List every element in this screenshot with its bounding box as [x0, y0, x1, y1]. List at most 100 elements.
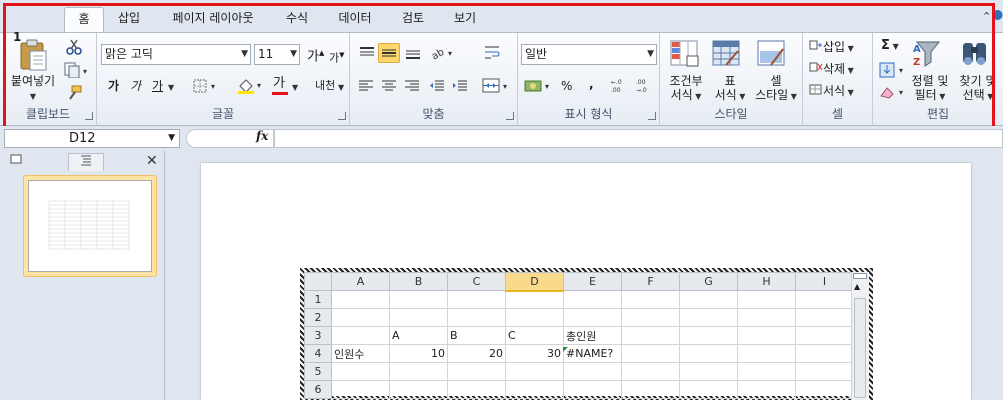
orientation-icon[interactable]: ab ▾: [430, 45, 458, 64]
tab-home[interactable]: 홈: [64, 7, 104, 32]
cell[interactable]: [447, 290, 506, 309]
cell[interactable]: [621, 290, 680, 309]
cell[interactable]: [505, 362, 564, 381]
find-select-button[interactable]: 찾기 및 선택 ▼: [955, 74, 1001, 104]
borders-icon[interactable]: ▾: [193, 78, 221, 97]
conditional-formatting-button[interactable]: 조건부 서식 ▼: [663, 74, 709, 104]
cell[interactable]: [331, 362, 390, 381]
row-header[interactable]: 2: [304, 308, 332, 327]
cell[interactable]: [679, 308, 738, 327]
cell[interactable]: [563, 380, 622, 399]
help-icon[interactable]: [992, 8, 1003, 25]
scroll-thumb[interactable]: [854, 298, 866, 398]
sort-filter-icon[interactable]: AZ: [913, 38, 945, 73]
cell[interactable]: [737, 326, 796, 345]
currency-icon[interactable]: ▾: [524, 77, 556, 98]
cell[interactable]: [795, 308, 854, 327]
scroll-up-icon[interactable]: ▲: [854, 282, 860, 291]
format-as-table-icon[interactable]: [712, 39, 742, 72]
decrease-decimal-icon[interactable]: .00 →.0: [636, 78, 656, 97]
cell[interactable]: [389, 308, 448, 327]
column-header-e[interactable]: E: [563, 272, 622, 291]
cell[interactable]: [795, 380, 854, 399]
cell[interactable]: [505, 308, 564, 327]
bold-button[interactable]: 가: [108, 79, 119, 93]
cell[interactable]: [447, 362, 506, 381]
column-header-d[interactable]: D: [505, 272, 564, 292]
cell[interactable]: [331, 380, 390, 399]
cell[interactable]: A: [389, 326, 448, 345]
copy-icon[interactable]: ▾: [64, 62, 90, 81]
cell[interactable]: [621, 326, 680, 345]
alignment-launcher-icon[interactable]: [506, 112, 514, 120]
font-size-combo[interactable]: 11 ▼: [254, 44, 300, 65]
grow-font-button[interactable]: 가▲: [307, 46, 324, 64]
align-left-icon[interactable]: [358, 79, 374, 96]
sort-filter-button[interactable]: 정렬 및 필터 ▼: [907, 74, 953, 104]
format-cells-button[interactable]: 서식 ▼: [809, 83, 871, 100]
conditional-formatting-icon[interactable]: [670, 39, 700, 72]
cell[interactable]: [621, 308, 680, 327]
paste-icon[interactable]: [18, 39, 48, 74]
cell[interactable]: 30: [505, 344, 564, 363]
cell[interactable]: B: [447, 326, 506, 345]
increase-decimal-icon[interactable]: ←.0.00: [611, 78, 631, 97]
slide-thumbnail[interactable]: [28, 180, 152, 272]
row-header[interactable]: 1: [304, 290, 332, 309]
cell[interactable]: [505, 290, 564, 309]
row-header[interactable]: 5: [304, 362, 332, 381]
cell[interactable]: C: [505, 326, 564, 345]
row-header[interactable]: 4: [304, 344, 332, 363]
paste-button[interactable]: 붙여넣기 ▼: [6, 74, 60, 104]
cell[interactable]: [737, 290, 796, 309]
number-launcher-icon[interactable]: [648, 112, 656, 120]
column-header-g[interactable]: G: [679, 272, 738, 291]
cell[interactable]: [331, 326, 390, 345]
cell[interactable]: [389, 380, 448, 399]
font-launcher-icon[interactable]: [338, 112, 346, 120]
cell[interactable]: [679, 326, 738, 345]
cell[interactable]: [505, 380, 564, 399]
format-painter-icon[interactable]: [66, 85, 82, 104]
underline-button[interactable]: 가: [152, 79, 163, 93]
cell[interactable]: [447, 308, 506, 327]
cell[interactable]: [795, 344, 854, 363]
tab-data[interactable]: 데이터: [328, 7, 382, 32]
row-header[interactable]: 3: [304, 326, 332, 345]
split-handle-icon[interactable]: [853, 273, 867, 279]
cell[interactable]: 20: [447, 344, 506, 363]
cell[interactable]: [389, 362, 448, 381]
comma-button[interactable]: ,: [589, 77, 594, 91]
cell[interactable]: 총인원: [563, 326, 622, 345]
clear-icon[interactable]: ▾: [879, 84, 909, 103]
italic-button[interactable]: 가: [130, 79, 141, 93]
tab-review[interactable]: 검토: [392, 7, 434, 32]
insert-cells-button[interactable]: 삽입 ▼: [809, 39, 871, 56]
cell[interactable]: [621, 380, 680, 399]
column-header-a[interactable]: A: [331, 272, 390, 291]
shrink-font-button[interactable]: 가▼: [329, 48, 345, 66]
cell[interactable]: [447, 380, 506, 399]
close-pane-icon[interactable]: ✕: [146, 153, 158, 169]
error-indicator-icon[interactable]: [563, 347, 568, 352]
fill-color-icon[interactable]: ▾: [237, 77, 267, 98]
cell[interactable]: [737, 380, 796, 399]
format-as-table-button[interactable]: 표 서식 ▼: [708, 74, 752, 104]
cell[interactable]: [679, 380, 738, 399]
column-header-i[interactable]: I: [795, 272, 854, 291]
tab-view[interactable]: 보기: [444, 7, 486, 32]
chevron-down-icon[interactable]: ▼: [338, 83, 344, 92]
autosum-button[interactable]: Σ ▼: [881, 39, 899, 54]
vertical-scrollbar[interactable]: ▲: [851, 272, 869, 400]
chevron-down-icon[interactable]: ▼: [292, 83, 298, 92]
number-format-combo[interactable]: 일반 ▼: [521, 44, 657, 65]
slides-tab-icon[interactable]: [6, 153, 26, 171]
cell[interactable]: [679, 362, 738, 381]
align-bottom-icon[interactable]: [405, 46, 421, 63]
cell[interactable]: [737, 308, 796, 327]
cell[interactable]: [621, 344, 680, 363]
align-right-icon[interactable]: [404, 79, 420, 96]
cell-styles-button[interactable]: 셀 스타일 ▼: [752, 74, 800, 104]
cell[interactable]: [679, 290, 738, 309]
percent-button[interactable]: %: [561, 79, 572, 93]
